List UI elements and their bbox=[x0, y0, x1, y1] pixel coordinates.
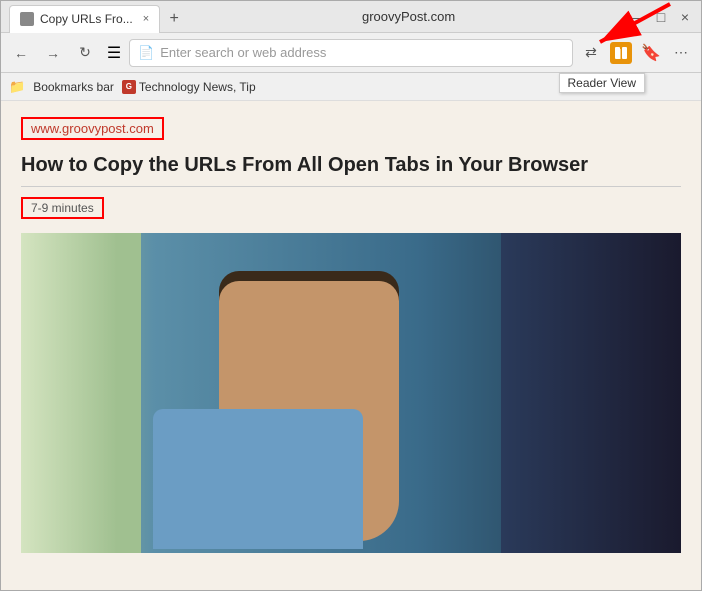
bookmarks-bar-label: Bookmarks bar bbox=[33, 80, 114, 94]
menu-icon: ⋯ bbox=[674, 44, 688, 61]
bg-right bbox=[501, 233, 681, 553]
toolbar: ← → ↻ ☰ 📄 Enter search or web address ⇄ bbox=[1, 33, 701, 73]
tab-title: Copy URLs Fro... bbox=[40, 12, 133, 26]
forward-button[interactable]: → bbox=[39, 39, 67, 67]
toolbar-actions: ⇄ bbox=[577, 39, 695, 67]
bookmark-item[interactable]: G Technology News, Tip bbox=[122, 80, 256, 94]
site-url-badge[interactable]: www.groovypost.com bbox=[21, 117, 164, 140]
sync-button[interactable]: ⇄ bbox=[577, 39, 605, 67]
forward-icon: → bbox=[46, 45, 60, 61]
sidebar-icon: ☰ bbox=[107, 43, 121, 63]
active-tab[interactable]: Copy URLs Fro... × bbox=[9, 5, 160, 33]
bg-left bbox=[21, 233, 141, 553]
page-icon: 📄 bbox=[138, 45, 154, 61]
read-time-badge: 7-9 minutes bbox=[21, 197, 104, 219]
bookmark-label: Technology News, Tip bbox=[139, 80, 256, 94]
article-image bbox=[21, 233, 681, 553]
maximize-button[interactable]: □ bbox=[653, 9, 669, 25]
window-title: groovyPost.com bbox=[188, 9, 629, 24]
article-title: How to Copy the URLs From All Open Tabs … bbox=[21, 152, 681, 187]
minimize-button[interactable]: — bbox=[629, 9, 645, 25]
back-button[interactable]: ← bbox=[7, 39, 35, 67]
tab-favicon bbox=[20, 12, 34, 26]
refresh-button[interactable]: ↻ bbox=[71, 39, 99, 67]
reader-view-button[interactable]: Reader View bbox=[607, 39, 635, 67]
pocket-icon: 🔖 bbox=[641, 43, 661, 63]
tab-close-button[interactable]: × bbox=[143, 13, 149, 25]
pocket-button[interactable]: 🔖 bbox=[637, 39, 665, 67]
bookmarks-folder-icon: 📁 bbox=[9, 79, 25, 95]
bookmark-favicon: G bbox=[122, 80, 136, 94]
person-shirt bbox=[153, 409, 363, 549]
reader-view-icon bbox=[610, 42, 632, 64]
sync-icon: ⇄ bbox=[585, 44, 597, 61]
refresh-icon: ↻ bbox=[79, 44, 91, 61]
close-button[interactable]: × bbox=[677, 9, 693, 25]
sidebar-toggle[interactable]: ☰ bbox=[103, 42, 125, 64]
page-content: www.groovypost.com How to Copy the URLs … bbox=[1, 101, 701, 590]
address-bar[interactable]: 📄 Enter search or web address bbox=[129, 39, 573, 67]
window-controls: — □ × bbox=[629, 9, 693, 25]
browser-window: Copy URLs Fro... × + groovyPost.com — □ … bbox=[0, 0, 702, 591]
back-icon: ← bbox=[14, 45, 28, 61]
title-bar: Copy URLs Fro... × + groovyPost.com — □ … bbox=[1, 1, 701, 33]
tab-bar: Copy URLs Fro... × + bbox=[9, 1, 188, 33]
new-tab-button[interactable]: + bbox=[160, 5, 188, 33]
address-text: Enter search or web address bbox=[160, 45, 564, 60]
menu-button[interactable]: ⋯ bbox=[667, 39, 695, 67]
reader-view-tooltip: Reader View bbox=[559, 73, 645, 93]
